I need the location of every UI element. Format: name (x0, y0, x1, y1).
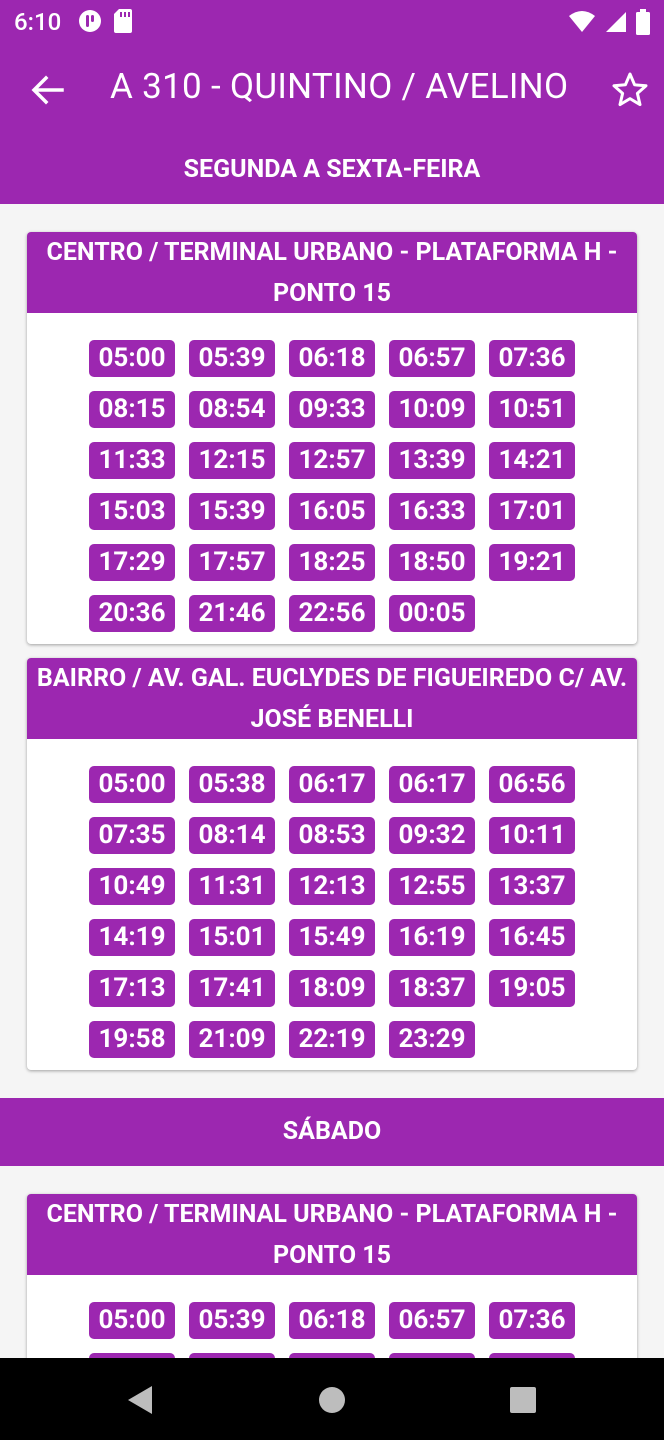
time-chip[interactable]: 08:14 (189, 817, 275, 854)
time-chip[interactable]: 10:49 (89, 868, 175, 905)
nav-home-button[interactable] (314, 1382, 350, 1418)
app-bar: A 310 - QUINTINO / AVELINO (0, 44, 664, 134)
time-chip[interactable]: 07:36 (489, 340, 575, 377)
direction-title: CENTRO / TERMINAL URBANO - PLATAFORMA H … (27, 232, 637, 313)
direction-title: CENTRO / TERMINAL URBANO - PLATAFORMA H … (27, 1194, 637, 1275)
time-chip[interactable]: 05:00 (89, 340, 175, 377)
time-chip[interactable]: 00:05 (389, 595, 475, 632)
time-chip[interactable]: 06:17 (289, 766, 375, 803)
page-title: A 310 - QUINTINO / AVELINO (110, 66, 569, 107)
time-chip[interactable]: 05:00 (89, 1302, 175, 1339)
direction-card: CENTRO / TERMINAL URBANO - PLATAFORMA H … (27, 232, 637, 644)
time-chip[interactable]: 17:13 (89, 970, 175, 1007)
time-chip[interactable]: 17:01 (489, 493, 575, 530)
direction-card: BAIRRO / AV. GAL. EUCLYDES DE FIGUEIREDO… (27, 658, 637, 1070)
time-chip[interactable]: 20:36 (89, 595, 175, 632)
time-chip[interactable]: 19:58 (89, 1021, 175, 1058)
time-chip[interactable]: 22:56 (289, 595, 375, 632)
nav-back-button[interactable] (122, 1382, 158, 1418)
status-left-icons (78, 9, 132, 33)
home-circle-icon (319, 1387, 345, 1413)
status-bar: 6:10 (0, 0, 664, 44)
nav-recents-button[interactable] (505, 1382, 541, 1418)
signal-icon (606, 12, 626, 32)
time-chip[interactable]: 05:39 (189, 1302, 275, 1339)
time-chip[interactable]: 17:29 (89, 544, 175, 581)
time-chip[interactable]: 10:11 (489, 817, 575, 854)
time-chip[interactable]: 06:17 (389, 766, 475, 803)
time-chip[interactable]: 16:05 (289, 493, 375, 530)
status-time: 6:10 (14, 8, 62, 36)
time-chip[interactable]: 18:50 (389, 544, 475, 581)
time-chip[interactable]: 15:49 (289, 919, 375, 956)
time-chip[interactable]: 19:05 (489, 970, 575, 1007)
time-chip[interactable]: 12:15 (189, 442, 275, 479)
time-chip[interactable]: 12:55 (389, 868, 475, 905)
time-chip[interactable]: 12:57 (289, 442, 375, 479)
time-chip[interactable]: 06:18 (289, 340, 375, 377)
time-chip[interactable]: 08:53 (289, 817, 375, 854)
time-chip[interactable]: 16:19 (389, 919, 475, 956)
time-chip[interactable]: 23:29 (389, 1021, 475, 1058)
time-chip[interactable]: 06:56 (489, 766, 575, 803)
time-chip[interactable]: 21:46 (189, 595, 275, 632)
time-chip[interactable]: 19:21 (489, 544, 575, 581)
time-chip[interactable]: 10:51 (489, 391, 575, 428)
times-grid: 05:00 05:39 06:18 06:57 07:36 08:15 08:5… (89, 340, 579, 632)
time-chip[interactable]: 07:36 (489, 1302, 575, 1339)
time-chip[interactable]: 09:33 (289, 391, 375, 428)
time-chip[interactable]: 16:45 (489, 919, 575, 956)
time-chip[interactable]: 13:37 (489, 868, 575, 905)
time-chip[interactable]: 14:19 (89, 919, 175, 956)
time-chip[interactable]: 07:35 (89, 817, 175, 854)
time-chip[interactable]: 06:57 (389, 340, 475, 377)
time-chip[interactable]: 05:00 (89, 766, 175, 803)
back-button[interactable] (28, 72, 68, 108)
times-grid: 05:00 05:39 06:18 06:57 07:36 (89, 1302, 579, 1358)
time-chip[interactable]: 05:38 (189, 766, 275, 803)
time-chip[interactable]: 15:39 (189, 493, 275, 530)
battery-icon (636, 9, 650, 35)
podcast-icon (79, 10, 101, 32)
time-chip[interactable]: 08:15 (89, 391, 175, 428)
favorite-button[interactable] (610, 70, 650, 110)
system-nav-bar (0, 1358, 664, 1440)
time-chip[interactable]: 11:31 (189, 868, 275, 905)
recents-square-icon (510, 1387, 536, 1413)
time-chip[interactable]: 08:54 (189, 391, 275, 428)
wifi-icon (569, 11, 595, 32)
saturday-schedule-area: CENTRO / TERMINAL URBANO - PLATAFORMA H … (0, 1166, 664, 1358)
direction-card: CENTRO / TERMINAL URBANO - PLATAFORMA H … (27, 1194, 637, 1358)
time-chip[interactable]: 10:09 (389, 391, 475, 428)
time-chip[interactable]: 15:03 (89, 493, 175, 530)
time-chip[interactable]: 11:33 (89, 442, 175, 479)
times-grid: 05:00 05:38 06:17 06:17 06:56 07:35 08:1… (89, 766, 579, 1058)
time-chip[interactable]: 14:21 (489, 442, 575, 479)
time-chip[interactable]: 05:39 (189, 340, 275, 377)
sd-card-icon (114, 9, 132, 33)
time-chip[interactable]: 18:09 (289, 970, 375, 1007)
back-triangle-icon (128, 1386, 152, 1414)
time-chip[interactable]: 18:25 (289, 544, 375, 581)
time-chip[interactable]: 09:32 (389, 817, 475, 854)
time-chip[interactable]: 17:57 (189, 544, 275, 581)
weekday-schedule-area: CENTRO / TERMINAL URBANO - PLATAFORMA H … (0, 204, 664, 1098)
star-outline-icon (612, 72, 648, 107)
time-chip[interactable]: 21:09 (189, 1021, 275, 1058)
time-chip[interactable]: 15:01 (189, 919, 275, 956)
time-chip[interactable]: 22:19 (289, 1021, 375, 1058)
day-header-saturday: SÁBADO (0, 1098, 664, 1166)
time-chip[interactable]: 06:57 (389, 1302, 475, 1339)
day-header-weekdays: SEGUNDA A SEXTA-FEIRA (0, 134, 664, 204)
time-chip[interactable]: 13:39 (389, 442, 475, 479)
status-right-icons (568, 9, 650, 35)
arrow-left-icon (31, 75, 64, 105)
time-chip[interactable]: 16:33 (389, 493, 475, 530)
direction-title: BAIRRO / AV. GAL. EUCLYDES DE FIGUEIREDO… (27, 658, 637, 739)
time-chip[interactable]: 12:13 (289, 868, 375, 905)
time-chip[interactable]: 17:41 (189, 970, 275, 1007)
time-chip[interactable]: 18:37 (389, 970, 475, 1007)
time-chip[interactable]: 06:18 (289, 1302, 375, 1339)
